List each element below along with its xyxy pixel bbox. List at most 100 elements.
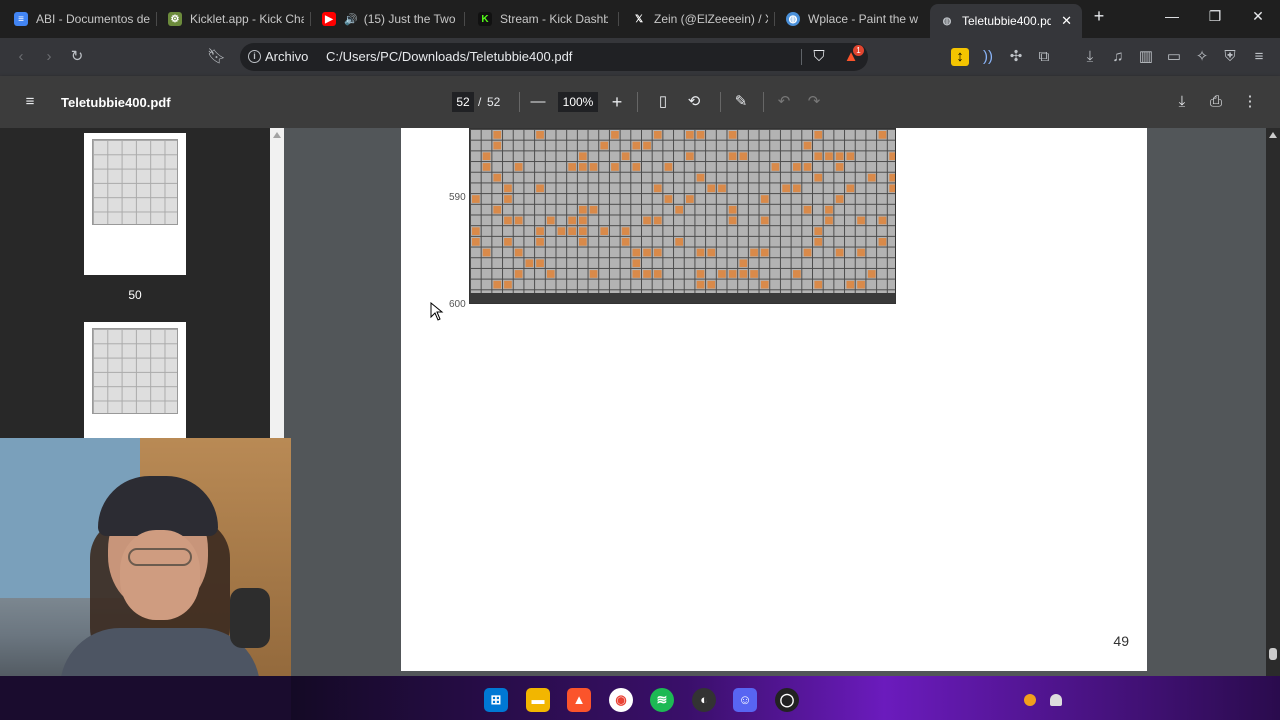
bookmark-icon[interactable]: 🔖︎ (207, 48, 226, 66)
obs-icon[interactable]: ◐ (692, 688, 716, 712)
pattern-cell (504, 216, 512, 225)
minimize-button[interactable]: — (1160, 8, 1184, 24)
pattern-cell (814, 280, 823, 289)
pattern-cell (493, 131, 502, 139)
back-button[interactable]: ‹ (12, 48, 30, 66)
tab-separator (774, 12, 775, 26)
url-text[interactable]: C:/Users/PC/Downloads/Teletubbie400.pdf (326, 49, 572, 64)
pattern-cell (793, 184, 801, 193)
page-input[interactable]: 52 (452, 92, 474, 112)
pattern-cell (632, 270, 641, 278)
tab-x-zein[interactable]: 𝕏 Zein (@ElZeeeein) / X (632, 6, 768, 32)
restore-button[interactable]: ❐ (1203, 8, 1227, 25)
pdf-viewer[interactable]: 590 600 49 (284, 128, 1266, 676)
pattern-cell (472, 238, 480, 246)
tab-kicklet[interactable]: ⚙ Kicklet.app - Kick Cha (168, 6, 304, 32)
download-pdf-icon[interactable]: ⤓ (1172, 92, 1192, 112)
reload-button[interactable]: ↻ (68, 48, 86, 66)
pattern-cell (728, 131, 737, 139)
app-icon[interactable]: ◯ (775, 688, 799, 712)
pdf-page: 590 600 49 (401, 128, 1147, 671)
download-icon[interactable]: ⤓ (1081, 48, 1099, 66)
pattern-cell (579, 163, 587, 171)
pattern-cell (803, 248, 812, 257)
tab-abi-documentos[interactable]: ≡ ABI - Documentos de (14, 6, 150, 32)
extension-icon[interactable]: ↕ (951, 48, 969, 66)
vpn-icon[interactable]: ⛨ (1221, 48, 1239, 66)
tab-title: (15) Just the Two o (363, 12, 458, 26)
tab-title: Stream - Kick Dashbo (500, 12, 608, 26)
pattern-cell (686, 152, 694, 161)
pattern-cell (482, 152, 491, 161)
more-options-icon[interactable]: ⋮ (1240, 92, 1260, 112)
pattern-cell (504, 195, 512, 203)
tab-wplace[interactable]: ◍ Wplace - Paint the wo (786, 6, 918, 32)
annotate-icon[interactable]: ✎ (731, 92, 751, 112)
file-explorer-icon[interactable]: ▬ (526, 688, 550, 712)
sidebar-icon[interactable]: ▥ (1137, 48, 1155, 66)
divider (637, 92, 638, 112)
screenshot-icon[interactable]: ⧉ (1035, 48, 1053, 66)
menu-icon[interactable]: ≡ (1250, 48, 1268, 66)
translate-icon[interactable]: )) (979, 48, 997, 66)
tab-kick-dashboard[interactable]: K Stream - Kick Dashbo (478, 6, 608, 32)
onedrive-icon[interactable] (1050, 694, 1062, 706)
redo-icon[interactable]: ↷ (804, 92, 824, 112)
pattern-cell (579, 227, 587, 235)
close-window-button[interactable]: ✕ (1246, 8, 1270, 25)
info-icon[interactable]: i (248, 50, 261, 63)
pattern-cell (536, 227, 544, 235)
rotate-icon[interactable]: ⟲ (684, 92, 704, 112)
pattern-cell (793, 163, 801, 171)
zoom-input[interactable]: 100% (558, 92, 598, 112)
scroll-up-arrow[interactable] (273, 132, 281, 138)
chrome-icon[interactable]: ◉ (609, 688, 633, 712)
pattern-cell (514, 216, 523, 225)
pattern-cell (482, 248, 491, 257)
pattern-cell (728, 270, 737, 278)
close-icon[interactable]: ✕ (1061, 13, 1072, 29)
pattern-cell (728, 152, 737, 161)
pattern-cell (760, 248, 769, 257)
page-thumbnail[interactable] (84, 133, 186, 275)
spotify-icon[interactable]: ≋ (650, 688, 674, 712)
address-bar[interactable]: i Archivo C:/Users/PC/Downloads/Teletubb… (240, 43, 868, 71)
leo-ai-icon[interactable]: ✧ (1193, 48, 1211, 66)
pattern-letters (472, 131, 895, 289)
viewer-scrollbar[interactable] (1266, 128, 1280, 676)
pattern-cell (536, 131, 544, 139)
scroll-up-arrow[interactable] (1269, 132, 1277, 138)
scrollbar-thumb[interactable] (1269, 648, 1277, 660)
extensions-puzzle-icon[interactable]: ✣ (1007, 48, 1025, 66)
pattern-cell (482, 163, 491, 171)
fit-page-icon[interactable]: ▯ (653, 92, 673, 112)
pattern-cell (803, 205, 812, 214)
speaker-icon[interactable]: 🔊 (344, 13, 358, 26)
tray-icon[interactable] (1024, 694, 1036, 706)
tab-teletubbie-pdf[interactable]: ◍ Teletubbie400.pd ✕ (930, 4, 1082, 38)
pattern-cell (835, 248, 844, 257)
brave-icon[interactable]: ▲ (567, 688, 591, 712)
tab-separator (618, 12, 619, 26)
music-icon[interactable]: ♫ (1109, 48, 1127, 66)
pattern-cell (675, 205, 683, 214)
zoom-in-button[interactable]: + (607, 92, 627, 112)
print-icon[interactable]: ⎙ (1206, 92, 1226, 112)
zoom-out-button[interactable]: — (528, 92, 548, 112)
page-thumbnail[interactable] (84, 322, 186, 442)
tab-title: Wplace - Paint the wo (808, 12, 918, 26)
discord-icon[interactable]: ☺ (733, 688, 757, 712)
windows-start-icon[interactable]: ⊞ (484, 688, 508, 712)
pattern-cell (857, 216, 865, 225)
tab-youtube[interactable]: ▶ 🔊 (15) Just the Two o (322, 6, 458, 32)
pattern-cell (546, 270, 555, 278)
tab-separator (156, 12, 157, 26)
undo-icon[interactable]: ↶ (774, 92, 794, 112)
pattern-cell (568, 163, 576, 171)
pattern-cell (835, 195, 844, 203)
sidebar-menu-icon[interactable]: ≡ (20, 92, 40, 112)
wallet-icon[interactable]: ▭ (1165, 48, 1183, 66)
forward-button[interactable]: › (40, 48, 58, 66)
new-tab-button[interactable]: + (1087, 6, 1111, 27)
brave-shield-icon[interactable]: ⛉ (810, 48, 828, 66)
